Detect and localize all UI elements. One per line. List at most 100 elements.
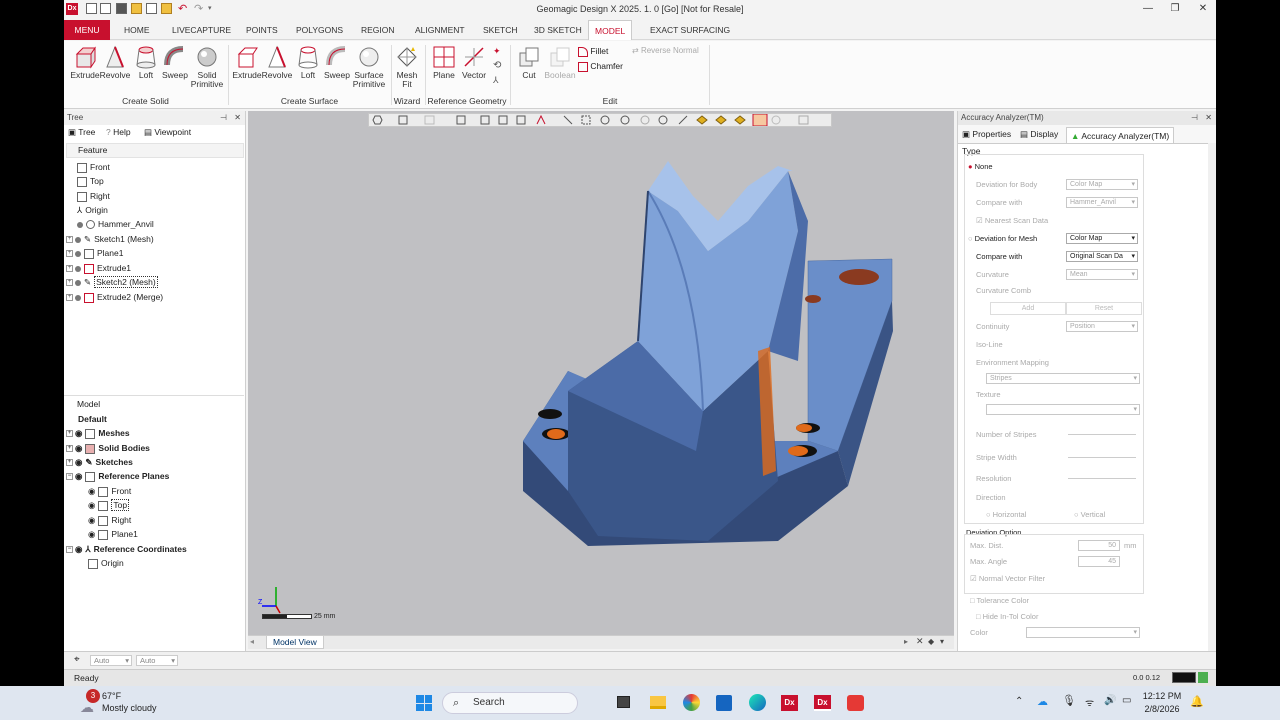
visibility-dot-icon[interactable]: [75, 279, 81, 286]
eye-icon[interactable]: ◉: [88, 515, 95, 525]
tab-alignment[interactable]: ALIGNMENT: [409, 20, 471, 40]
eye-icon[interactable]: ◉: [75, 457, 82, 467]
checkbox-icon[interactable]: [88, 558, 98, 569]
tab-home[interactable]: HOME: [118, 20, 156, 40]
notifications-icon[interactable]: 🔔: [1190, 695, 1204, 708]
collapse-icon[interactable]: −: [66, 546, 73, 554]
tab-model[interactable]: MODEL: [588, 20, 633, 40]
stripe-width-slider[interactable]: [1068, 457, 1136, 458]
tab-menu-icon[interactable]: ▾: [940, 637, 944, 646]
hammer-anvil-3d-model[interactable]: [508, 151, 898, 551]
weather-text[interactable]: Mostly cloudy: [102, 703, 157, 713]
expand-icon[interactable]: +: [66, 279, 73, 287]
clock-time[interactable]: 12:12 PM: [1140, 691, 1184, 701]
reverse-normal-button[interactable]: ⇄ Reverse Normal: [632, 46, 699, 55]
expand-icon[interactable]: +: [66, 459, 73, 467]
model-item-sketches[interactable]: + ◉ ✎ Sketches: [64, 455, 133, 469]
deviation-for-mesh-radio[interactable]: ○ Deviation for Mesh: [968, 232, 1037, 245]
collapse-icon[interactable]: −: [66, 473, 73, 481]
cloud-icon[interactable]: ☁: [80, 699, 94, 716]
eye-icon[interactable]: ◉: [75, 428, 82, 438]
max-dist-input[interactable]: 50: [1078, 540, 1120, 551]
expand-icon[interactable]: +: [66, 445, 73, 453]
iso-line-radio[interactable]: Iso-Line: [976, 338, 1003, 351]
resolution-slider[interactable]: [1068, 478, 1136, 479]
expand-icon[interactable]: +: [66, 236, 73, 244]
model-item-front[interactable]: ◉ Front: [64, 484, 131, 498]
tab-properties[interactable]: ▣ Properties: [962, 129, 1011, 140]
solid-sweep-button[interactable]: Sweep: [161, 45, 189, 80]
eye-icon[interactable]: ◉: [75, 443, 82, 453]
solid-primitive-button[interactable]: Solid Primitive: [190, 45, 224, 89]
design-x-active-icon[interactable]: Dx: [814, 695, 831, 711]
cut-button[interactable]: Cut: [516, 45, 542, 80]
plane-button[interactable]: Plane: [430, 45, 458, 80]
file-explorer-icon[interactable]: [650, 696, 666, 709]
recorder-app-icon[interactable]: [847, 695, 864, 711]
eye-icon[interactable]: ◉: [88, 500, 95, 510]
surface-loft-button[interactable]: Loft: [296, 45, 320, 80]
auto-select-2[interactable]: Auto ▾: [136, 655, 178, 666]
tab-accuracy-analyzer[interactable]: ▲ Accuracy Analyzer(TM): [1066, 127, 1175, 143]
tab-pin-icon[interactable]: ◆: [928, 637, 934, 646]
close-icon[interactable]: ✕: [1190, 3, 1216, 14]
tolerance-color-checkbox[interactable]: □ Tolerance Color: [970, 594, 1029, 607]
temperature[interactable]: 67°F: [102, 691, 121, 701]
environment-mapping-radio[interactable]: Environment Mapping: [976, 356, 1049, 369]
model-item-default[interactable]: Default: [64, 412, 107, 426]
edge-icon[interactable]: [749, 694, 766, 711]
deviation-for-body-radio[interactable]: Deviation for Body: [976, 178, 1037, 191]
normal-vector-filter-checkbox[interactable]: ☑ Normal Vector Filter: [970, 572, 1045, 585]
microphone-icon[interactable]: 🎙: [1062, 694, 1076, 707]
model-item-solid-bodies[interactable]: + ◉ Solid Bodies: [64, 441, 150, 455]
visibility-dot-icon[interactable]: [75, 236, 81, 243]
tab-model-view[interactable]: Model View: [266, 636, 324, 649]
max-angle-input[interactable]: 45: [1078, 556, 1120, 567]
model-item-right[interactable]: ◉ Right: [64, 513, 131, 527]
expand-icon[interactable]: +: [66, 430, 73, 438]
curvature-radio[interactable]: Curvature: [976, 268, 1009, 281]
tab-help[interactable]: ? Help: [106, 127, 131, 143]
store-icon[interactable]: [716, 695, 732, 711]
compare-with-mesh-select[interactable]: Original Scan Da ▾: [1066, 251, 1138, 262]
tree-item-hammer-anvil[interactable]: Hammer_Anvil: [64, 217, 154, 231]
view-toolbar-icons[interactable]: [369, 113, 831, 127]
expand-icon[interactable]: +: [66, 265, 73, 273]
3d-viewport[interactable]: Z 25 mm ◂ Model View ▸ ✕ ◆ ▾: [248, 111, 954, 649]
panel-close-icon[interactable]: ✕: [1205, 111, 1212, 125]
mesh-fit-button[interactable]: Mesh Fit: [394, 45, 420, 89]
model-item-plane1[interactable]: ◉ Plane1: [64, 527, 138, 541]
scroll-right-icon[interactable]: ▸: [904, 637, 908, 646]
tree-item-extrude2[interactable]: + Extrude2 (Merge): [64, 290, 163, 304]
tab-viewpoint[interactable]: ▤ Viewpoint: [144, 127, 191, 143]
surface-sweep-button[interactable]: Sweep: [323, 45, 351, 80]
texture-select[interactable]: ▾: [986, 404, 1140, 415]
vector-button[interactable]: Vector: [460, 45, 488, 80]
model-item-origin[interactable]: Origin: [64, 556, 124, 570]
tree-item-sketch2[interactable]: + ✎ Sketch2 (Mesh): [64, 275, 158, 289]
eye-icon[interactable]: ◉: [88, 486, 95, 496]
vertical-radio[interactable]: ○ Vertical: [1074, 508, 1105, 521]
add-button[interactable]: Add: [990, 302, 1066, 315]
tab-region[interactable]: REGION: [355, 20, 401, 40]
tree-item-top[interactable]: Top: [64, 174, 104, 188]
show-hidden-icons[interactable]: ⌃: [1015, 696, 1023, 707]
model-item-top[interactable]: ◉ Top: [64, 498, 130, 512]
tab-menu[interactable]: MENU: [64, 20, 110, 40]
tree-item-plane1[interactable]: + Plane1: [64, 246, 123, 260]
snap-icon[interactable]: ⌖: [74, 654, 80, 665]
tab-exact-surfacing[interactable]: EXACT SURFACING: [644, 20, 736, 40]
expand-icon[interactable]: +: [66, 250, 73, 258]
surface-extrude-button[interactable]: Extrude: [231, 45, 263, 80]
boolean-button[interactable]: Boolean: [543, 45, 577, 80]
maximize-icon[interactable]: ❐: [1162, 3, 1188, 14]
minimize-icon[interactable]: —: [1135, 3, 1161, 14]
auto-select-1[interactable]: Auto ▾: [90, 655, 132, 666]
stripes-select[interactable]: Stripes ▾: [986, 373, 1140, 384]
tree-item-sketch1[interactable]: + ✎ Sketch1 (Mesh): [64, 232, 154, 246]
compare-with-body-select[interactable]: Hammer_Anvil ▾: [1066, 197, 1138, 208]
point-icon[interactable]: ✦: [493, 46, 501, 57]
curvature-select[interactable]: Mean ▾: [1066, 269, 1138, 280]
task-view-icon[interactable]: [617, 696, 630, 708]
design-x-icon[interactable]: Dx: [781, 695, 798, 711]
